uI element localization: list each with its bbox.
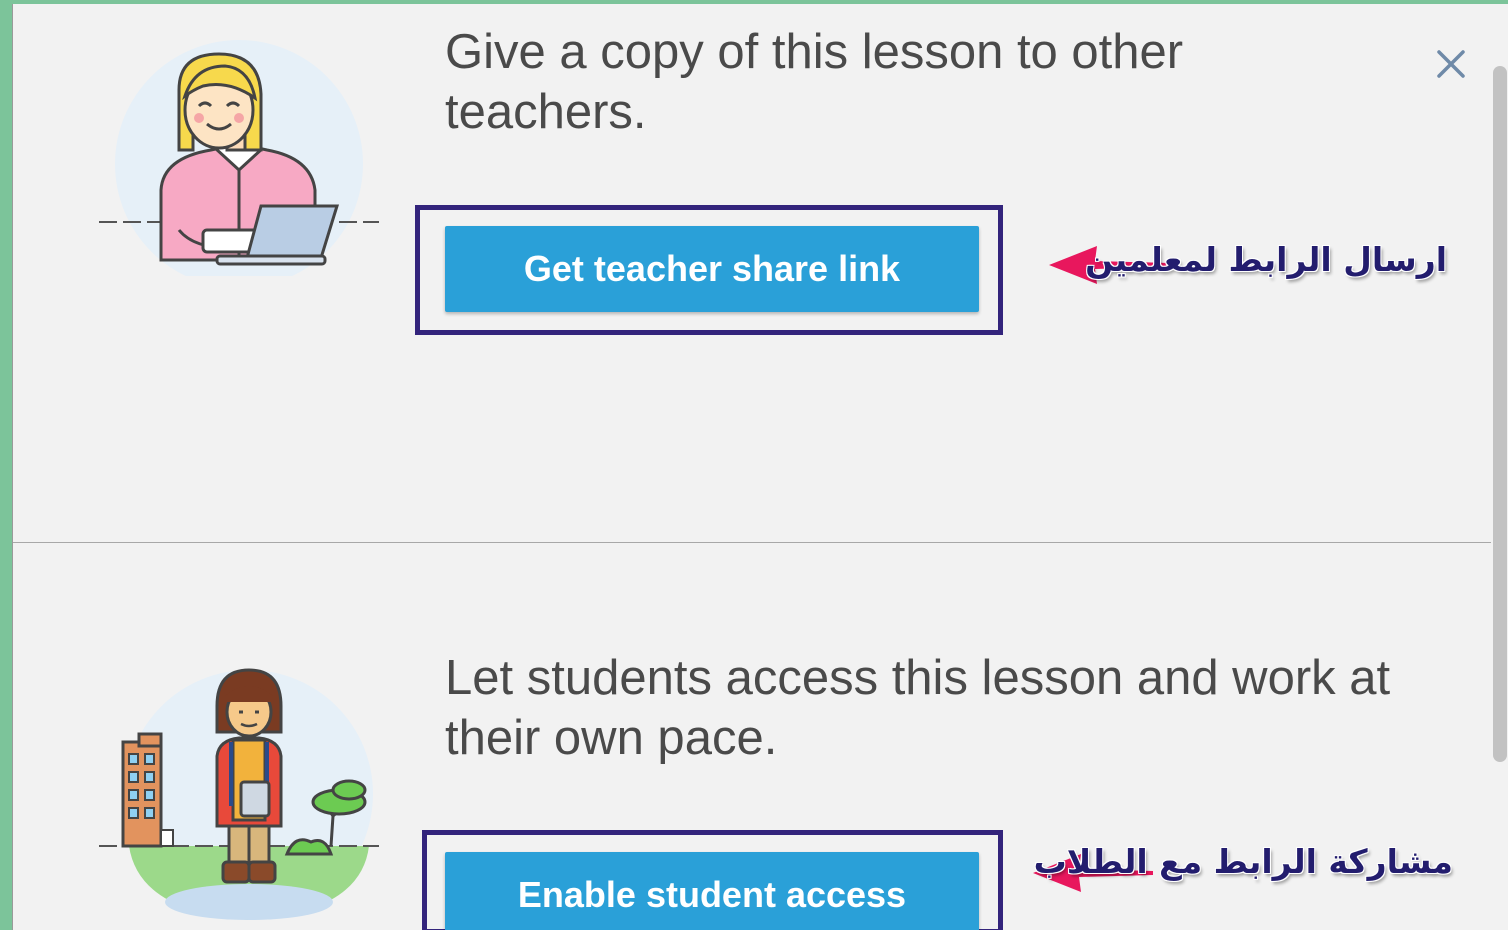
enable-student-access-button[interactable]: Enable student access [445,852,979,930]
section-divider [13,542,1491,543]
close-button[interactable] [1431,44,1471,84]
teacher-illustration [99,40,379,288]
share-lesson-dialog: Give a copy of this lesson to other teac… [12,4,1508,930]
student-illustration [99,666,379,928]
close-icon [1437,50,1465,78]
student-access-description: Let students access this lesson and work… [445,651,1391,765]
scrollbar-thumb[interactable] [1493,66,1507,762]
teacher-share-description: Give a copy of this lesson to other teac… [445,25,1184,139]
student-link-annotation: مشاركة الرابط مع الطلاب [1033,842,1453,881]
get-teacher-share-link-button[interactable]: Get teacher share link [445,226,979,312]
teacher-link-annotation: ارسال الرابط لمعلمين [1085,240,1447,279]
